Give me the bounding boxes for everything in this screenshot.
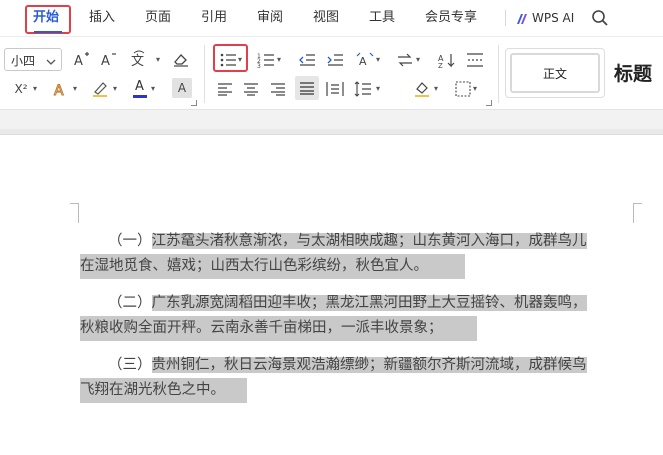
grow-font-button[interactable]: A xyxy=(71,48,93,70)
tab-reference[interactable]: 引用 xyxy=(201,0,227,36)
sort-icon[interactable]: AZ xyxy=(436,49,458,71)
svg-text:A: A xyxy=(74,54,83,67)
tab-member[interactable]: 会员专享 xyxy=(425,0,477,36)
font-color-swatch xyxy=(133,95,147,98)
chevron-down-icon[interactable]: ▾ xyxy=(376,55,380,64)
chevron-down-icon[interactable]: ▾ xyxy=(238,55,242,64)
chevron-down-icon[interactable]: ▾ xyxy=(277,55,281,64)
numbered-list-icon[interactable]: 123 xyxy=(255,49,277,71)
menu-bar: 开始 插入 页面 引用 审阅 视图 工具 会员专享 WPS AI xyxy=(0,0,663,36)
chevron-down-icon[interactable]: ▾ xyxy=(151,84,155,93)
svg-text:文: 文 xyxy=(131,54,144,68)
char-shading-letter: A xyxy=(177,81,187,95)
svg-text:A: A xyxy=(359,55,367,68)
paragraph-3-line-1[interactable]: （三）贵州铜仁，秋日云海景观浩瀚缥缈；新疆额尔齐斯河流域，成群候鸟 xyxy=(108,357,587,373)
chevron-down-icon[interactable]: ▾ xyxy=(473,84,477,93)
wps-ai-label: WPS AI xyxy=(532,11,575,25)
tab-page[interactable]: 页面 xyxy=(145,0,171,36)
style-normal[interactable]: 正文 xyxy=(505,48,605,98)
text-effect-button[interactable]: A xyxy=(50,78,72,100)
chevron-down-icon[interactable]: ▾ xyxy=(113,84,117,93)
clear-format-button[interactable] xyxy=(170,48,192,70)
wps-ai-button[interactable]: WPS AI xyxy=(516,0,574,36)
ribbon-toolbar: 小四 A A 文 ▾ X² ▾ A ▾ ▾ A ▾ A ▾ 1 2 3 ▾ A … xyxy=(0,36,663,109)
char-shading-button[interactable]: A xyxy=(172,78,192,98)
increase-indent-icon[interactable] xyxy=(324,49,346,71)
font-size-value: 小四 xyxy=(11,54,36,68)
chevron-down-icon[interactable]: ▾ xyxy=(33,84,37,93)
line-spacing-icon[interactable] xyxy=(352,78,374,100)
chevron-down-icon[interactable]: ▾ xyxy=(434,84,438,93)
ribbon-bottom-area xyxy=(0,109,663,129)
distribute-icon[interactable] xyxy=(324,78,346,100)
highlight-pen-button[interactable] xyxy=(90,78,112,100)
search-icon[interactable] xyxy=(591,9,609,27)
document-page[interactable]: （一）江苏鼋头渚秋意渐浓，与太湖相映成趣；山东黄河入海口，成群鸟儿 在湿地觅食、… xyxy=(0,135,663,455)
chevron-down-icon xyxy=(46,53,56,72)
borders-icon[interactable] xyxy=(452,78,474,100)
chevron-down-icon[interactable]: ▾ xyxy=(376,84,380,93)
pinyin-button[interactable]: 文 xyxy=(130,48,156,70)
paragraph-shading-icon[interactable] xyxy=(412,78,434,100)
style-normal-label: 正文 xyxy=(542,66,567,81)
paragraph-3-line-2[interactable]: 飞翔在湖光秋色之中。 xyxy=(80,382,225,398)
svg-text:A: A xyxy=(101,54,110,67)
svg-text:Z: Z xyxy=(438,62,443,68)
paragraph-1[interactable]: （一）江苏鼋头渚秋意渐浓，与太湖相映成趣；山东黄河入海口，成群鸟儿 在湿地觅食、… xyxy=(80,229,635,281)
svg-text:3: 3 xyxy=(257,63,261,68)
chevron-down-icon[interactable]: ▾ xyxy=(73,84,77,93)
chevron-down-icon[interactable]: ▾ xyxy=(416,55,420,64)
tab-tools[interactable]: 工具 xyxy=(369,0,395,36)
shrink-font-button[interactable]: A xyxy=(98,48,120,70)
margin-corner-right xyxy=(633,203,642,223)
align-left-icon[interactable] xyxy=(214,78,236,100)
wps-ai-icon xyxy=(517,13,527,24)
align-right-icon[interactable] xyxy=(267,78,289,100)
style-heading[interactable]: 标题 xyxy=(614,59,652,86)
tab-home-underline xyxy=(34,31,62,33)
bullet-list-icon[interactable] xyxy=(217,49,239,71)
font-size-select[interactable]: 小四 xyxy=(4,48,62,71)
paragraph-2[interactable]: （二）广东乳源宽阔稻田迎丰收；黑龙江黑河田野上大豆摇铃、机器轰鸣， 秋粮收购全面… xyxy=(80,291,635,343)
swap-direction-icon[interactable] xyxy=(394,49,416,71)
align-center-icon[interactable] xyxy=(240,78,262,100)
paragraph-dialog-launcher[interactable] xyxy=(486,100,492,106)
paragraph-1-line-1[interactable]: （一）江苏鼋头渚秋意渐浓，与太湖相映成趣；山东黄河入海口，成群鸟儿 xyxy=(108,233,587,249)
font-color-button[interactable]: A xyxy=(129,78,151,100)
paragraph-2-line-2[interactable]: 秋粮收购全面开秤。云南永善千亩梯田，一派丰收景象； xyxy=(80,320,443,336)
decrease-indent-icon[interactable] xyxy=(296,49,318,71)
tab-view[interactable]: 视图 xyxy=(313,0,339,36)
paragraph-1-line-2[interactable]: 在湿地觅食、嬉戏；山西太行山色彩缤纷，秋色宜人。 xyxy=(80,258,428,274)
menu-divider xyxy=(505,10,506,26)
superscript-label: X² xyxy=(14,82,28,96)
show-marks-icon[interactable] xyxy=(464,49,486,71)
toolbar-divider xyxy=(498,45,499,103)
margin-corner-left xyxy=(70,203,79,223)
tab-insert[interactable]: 插入 xyxy=(89,0,115,36)
superscript-button[interactable]: X² xyxy=(10,78,32,100)
tab-review[interactable]: 审阅 xyxy=(257,0,283,36)
text-direction-icon[interactable]: A xyxy=(354,49,376,71)
font-dialog-launcher[interactable] xyxy=(191,100,197,106)
chevron-down-icon[interactable]: ▾ xyxy=(156,55,160,64)
toolbar-divider xyxy=(204,45,205,103)
align-justify-icon[interactable] xyxy=(296,77,318,99)
paragraph-3[interactable]: （三）贵州铜仁，秋日云海景观浩瀚缥缈；新疆额尔齐斯河流域，成群候鸟 飞翔在湖光秋… xyxy=(80,353,635,405)
paragraph-2-line-1[interactable]: （二）广东乳源宽阔稻田迎丰收；黑龙江黑河田野上大豆摇铃、机器轰鸣， xyxy=(108,295,587,311)
svg-text:A: A xyxy=(54,83,64,97)
font-color-letter: A xyxy=(135,79,144,94)
